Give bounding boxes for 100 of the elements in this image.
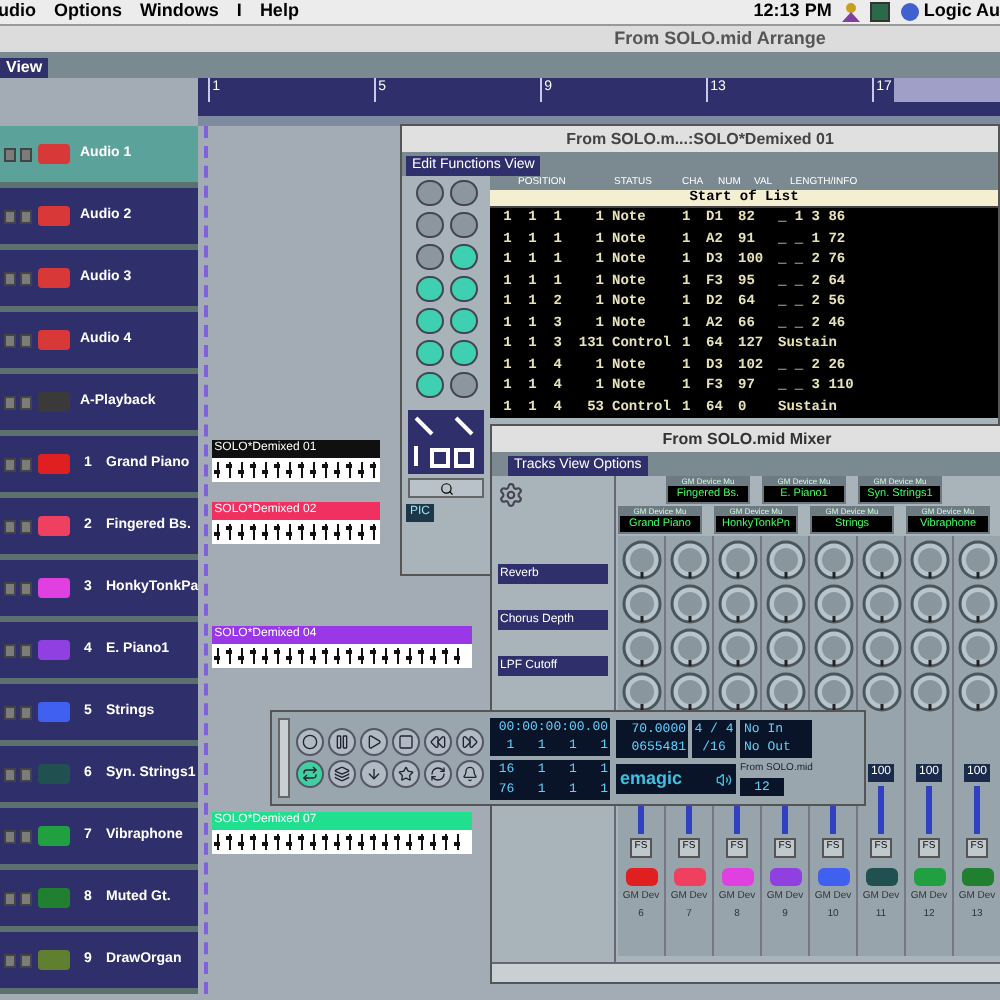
record-icon [302,734,318,750]
knob[interactable] [909,540,949,580]
mute-button[interactable] [4,705,16,719]
tool-icon[interactable] [415,276,443,302]
mute-button[interactable] [4,891,16,905]
knob[interactable] [669,584,709,624]
menu-item[interactable]: Help [259,0,299,26]
drop-button[interactable] [360,760,388,788]
knob[interactable] [909,672,949,712]
click-button[interactable] [456,760,484,788]
forward-button[interactable] [456,728,484,756]
knob[interactable] [813,672,853,712]
knob[interactable] [717,540,757,580]
knob[interactable] [861,672,901,712]
mute-button[interactable] [4,271,16,285]
refresh-icon [430,766,446,782]
knob[interactable] [669,540,709,580]
tool-icon[interactable] [449,372,477,398]
tool-icon[interactable] [449,276,477,302]
tool-icon[interactable] [415,180,443,206]
knob[interactable] [717,584,757,624]
view-tab[interactable]: View [0,58,49,78]
brand-logo: emagic [620,766,683,792]
layers-icon [334,766,350,782]
knob[interactable] [957,540,997,580]
solo-button[interactable] [20,147,32,161]
knob[interactable] [813,540,853,580]
mute-button[interactable] [4,643,16,657]
speaker-icon [716,771,732,788]
person-icon [841,2,860,22]
replace-button[interactable] [328,760,356,788]
mute-button[interactable] [4,147,16,161]
tool-icon[interactable] [449,308,477,334]
fast-forward-icon [462,734,478,750]
knob[interactable] [621,584,661,624]
fader [878,786,884,834]
mute-button[interactable] [4,457,16,471]
knob[interactable] [765,628,805,668]
knob[interactable] [957,672,997,712]
tool-icon[interactable] [449,180,477,206]
rewind-button[interactable] [424,728,452,756]
tool-icon[interactable] [449,212,477,238]
tool-icon[interactable] [415,340,443,366]
window-title: From SOLO.m...:SOLO*Demixed 01 [566,127,834,151]
knob[interactable] [861,584,901,624]
menu-item[interactable]: I [236,0,242,26]
knob[interactable] [717,628,757,668]
menu-item[interactable]: Options [54,0,122,26]
knob[interactable] [621,672,661,712]
stop-icon [398,734,414,750]
tool-icon[interactable] [449,244,477,270]
knob[interactable] [621,628,661,668]
down-arrow-icon [366,766,382,782]
tool-icon[interactable] [415,372,443,398]
mute-button[interactable] [4,333,16,347]
knob[interactable] [861,540,901,580]
fader [926,786,932,834]
tool-icon[interactable] [415,212,443,238]
mute-button[interactable] [4,767,16,781]
mute-button[interactable] [4,209,16,223]
tool-icon[interactable] [449,340,477,366]
knob[interactable] [813,584,853,624]
record-button[interactable] [296,728,324,756]
knob[interactable] [621,540,661,580]
play-button[interactable] [360,728,388,756]
repeat-icon [302,766,318,782]
menu-item[interactable]: Windows [140,0,219,26]
mute-button[interactable] [4,519,16,533]
clock: 12:13 PM [753,0,832,25]
monitor-icon [869,2,890,22]
knob[interactable] [765,584,805,624]
solo-button[interactable] [392,760,420,788]
rewind-icon [430,734,446,750]
knob[interactable] [861,628,901,668]
sync-button[interactable] [424,760,452,788]
knob[interactable] [957,584,997,624]
knob[interactable] [765,540,805,580]
knob[interactable] [909,584,949,624]
knob[interactable] [765,672,805,712]
tool-icon[interactable] [415,244,443,270]
knob[interactable] [813,628,853,668]
settings-icon [498,482,524,508]
knob[interactable] [909,628,949,668]
mute-button[interactable] [4,953,16,967]
drag-handle[interactable] [278,718,290,798]
pause-button[interactable] [328,728,356,756]
knob[interactable] [957,628,997,668]
bell-icon [462,766,478,782]
knob[interactable] [669,672,709,712]
star-icon [398,766,414,782]
zoom-button[interactable] [408,478,484,498]
mute-button[interactable] [4,581,16,595]
cycle-button[interactable] [296,760,324,788]
app-menu[interactable]: Logic Au [899,0,1000,26]
mute-button[interactable] [4,395,16,409]
tool-icon[interactable] [415,308,443,334]
stop-button[interactable] [392,728,420,756]
knob[interactable] [717,672,757,712]
knob[interactable] [669,628,709,668]
mute-button[interactable] [4,829,16,843]
